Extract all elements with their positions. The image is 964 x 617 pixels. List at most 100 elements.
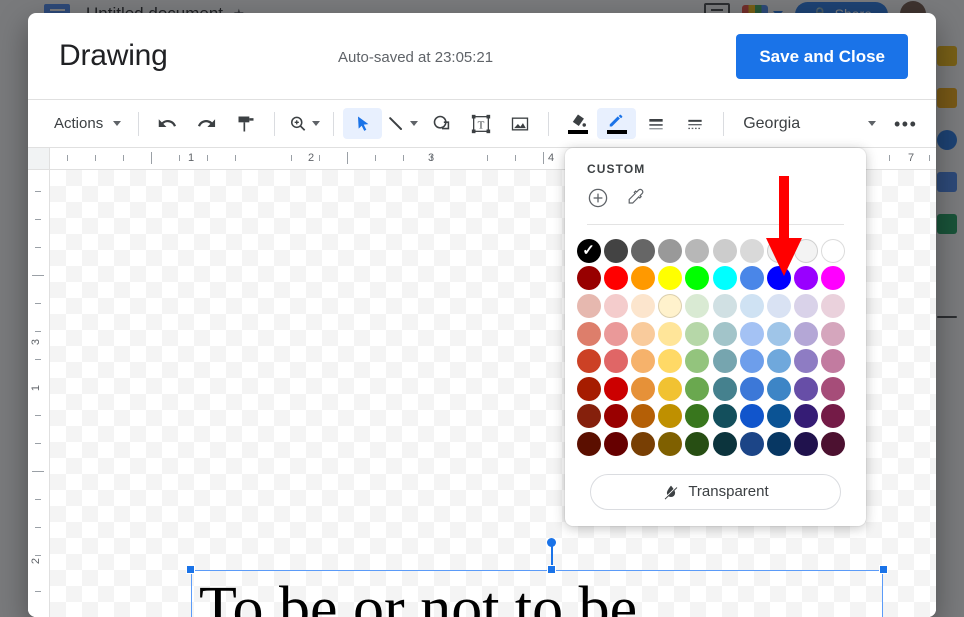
- color-swatch-134f5c[interactable]: [711, 403, 738, 431]
- color-swatch-93c47d[interactable]: [684, 347, 711, 375]
- color-swatch-674ea7[interactable]: [793, 375, 820, 403]
- color-swatch-f3f3f3[interactable]: [793, 237, 820, 265]
- eyedropper-icon[interactable]: [624, 186, 648, 210]
- color-swatch-e6b8af[interactable]: [575, 292, 602, 320]
- color-swatch-990000[interactable]: [602, 403, 629, 431]
- text-box-tool[interactable]: T: [461, 108, 500, 139]
- color-swatch-b45f06[interactable]: [629, 403, 656, 431]
- line-tool[interactable]: [382, 108, 422, 139]
- color-swatch-073763[interactable]: [765, 430, 792, 458]
- color-swatch-a2c4c9[interactable]: [711, 320, 738, 348]
- color-swatch-6fa8dc[interactable]: [765, 347, 792, 375]
- color-swatch-00ff00[interactable]: [684, 265, 711, 293]
- color-swatch-741b47[interactable]: [820, 403, 847, 431]
- color-swatch-ffffff[interactable]: [820, 237, 847, 265]
- color-swatch-980000[interactable]: [575, 265, 602, 293]
- color-swatch-b7b7b7[interactable]: [684, 237, 711, 265]
- color-swatch-d0e0e3[interactable]: [711, 292, 738, 320]
- color-swatch-351c75[interactable]: [793, 403, 820, 431]
- color-swatch-434343[interactable]: [602, 237, 629, 265]
- text-box-shape[interactable]: To be or not to be. That is the question…: [186, 538, 888, 617]
- color-swatch-000000[interactable]: ✓: [575, 237, 602, 265]
- color-swatch-9fc5e8[interactable]: [765, 320, 792, 348]
- color-swatch-666666[interactable]: [629, 237, 656, 265]
- color-swatch-00ffff[interactable]: [711, 265, 738, 293]
- color-swatch-45818e[interactable]: [711, 375, 738, 403]
- color-swatch-0c343d[interactable]: [711, 430, 738, 458]
- color-swatch-7f6000[interactable]: [657, 430, 684, 458]
- color-swatch-efefef[interactable]: [765, 237, 792, 265]
- color-swatch-1155cc[interactable]: [738, 403, 765, 431]
- border-dash-tool[interactable]: [675, 108, 714, 139]
- color-swatch-3c78d8[interactable]: [738, 375, 765, 403]
- color-swatch-f1c232[interactable]: [657, 375, 684, 403]
- color-swatch-cc4125[interactable]: [575, 347, 602, 375]
- color-swatch-b4a7d6[interactable]: [793, 320, 820, 348]
- color-swatch-1c4587[interactable]: [738, 430, 765, 458]
- color-swatch-cc0000[interactable]: [602, 375, 629, 403]
- fill-color-tool[interactable]: [558, 108, 597, 139]
- color-swatch-ffff00[interactable]: [657, 265, 684, 293]
- color-swatch-0000ff[interactable]: [765, 265, 792, 293]
- resize-handle-nw[interactable]: [186, 565, 195, 574]
- transparent-button[interactable]: Transparent: [590, 473, 841, 510]
- color-swatch-d9e2f3[interactable]: [765, 292, 792, 320]
- color-swatch-38761d[interactable]: [684, 403, 711, 431]
- color-swatch-dd7e6b[interactable]: [575, 320, 602, 348]
- shape-tool[interactable]: [422, 108, 461, 139]
- color-swatch-ffd966[interactable]: [657, 347, 684, 375]
- resize-handle-n[interactable]: [547, 565, 556, 574]
- color-swatch-c27ba0[interactable]: [820, 347, 847, 375]
- color-swatch-76a5af[interactable]: [711, 347, 738, 375]
- select-tool[interactable]: [343, 108, 383, 139]
- color-swatch-f4cccc[interactable]: [602, 292, 629, 320]
- color-swatch-ffe599[interactable]: [657, 320, 684, 348]
- color-swatch-ead1dc[interactable]: [820, 292, 847, 320]
- plus-circle-icon[interactable]: [586, 186, 610, 210]
- color-swatch-d9d2e9[interactable]: [793, 292, 820, 320]
- color-swatch-3d85c6[interactable]: [765, 375, 792, 403]
- save-and-close-button[interactable]: Save and Close: [736, 34, 908, 79]
- color-swatch-0b5394[interactable]: [765, 403, 792, 431]
- font-family-selector[interactable]: Georgia: [733, 108, 886, 139]
- zoom-button[interactable]: [284, 108, 324, 139]
- rotation-handle[interactable]: [547, 538, 556, 547]
- color-swatch-9900ff[interactable]: [793, 265, 820, 293]
- color-swatch-fff2cc[interactable]: [657, 292, 684, 320]
- color-swatch-ff00ff[interactable]: [820, 265, 847, 293]
- redo-button[interactable]: [187, 108, 226, 139]
- image-tool[interactable]: [500, 108, 539, 139]
- color-swatch-a61c00[interactable]: [575, 375, 602, 403]
- color-swatch-a64d79[interactable]: [820, 375, 847, 403]
- color-swatch-6aa84f[interactable]: [684, 375, 711, 403]
- color-swatch-d9ead3[interactable]: [684, 292, 711, 320]
- color-swatch-f6b26b[interactable]: [629, 347, 656, 375]
- color-swatch-f9cb9c[interactable]: [629, 320, 656, 348]
- color-swatch-d9d9d9[interactable]: [738, 237, 765, 265]
- color-swatch-85200c[interactable]: [575, 403, 602, 431]
- color-swatch-274e13[interactable]: [684, 430, 711, 458]
- more-options-button[interactable]: •••: [886, 108, 925, 139]
- color-swatch-783f04[interactable]: [629, 430, 656, 458]
- color-swatch-20124d[interactable]: [793, 430, 820, 458]
- resize-handle-ne[interactable]: [879, 565, 888, 574]
- color-swatch-ff9900[interactable]: [629, 265, 656, 293]
- border-color-tool[interactable]: [597, 108, 637, 139]
- color-swatch-5b0f00[interactable]: [575, 430, 602, 458]
- color-swatch-cfe2f3[interactable]: [738, 292, 765, 320]
- actions-menu[interactable]: Actions: [40, 108, 129, 139]
- color-swatch-4c1130[interactable]: [820, 430, 847, 458]
- color-swatch-cccccc[interactable]: [711, 237, 738, 265]
- color-swatch-999999[interactable]: [657, 237, 684, 265]
- color-swatch-b6d7a8[interactable]: [684, 320, 711, 348]
- color-swatch-a4c2f4[interactable]: [738, 320, 765, 348]
- color-swatch-ff0000[interactable]: [602, 265, 629, 293]
- color-swatch-4a86e8[interactable]: [738, 265, 765, 293]
- color-swatch-660000[interactable]: [602, 430, 629, 458]
- color-swatch-e69138[interactable]: [629, 375, 656, 403]
- undo-button[interactable]: [148, 108, 187, 139]
- vertical-ruler[interactable]: 1 2 3: [28, 169, 50, 617]
- border-weight-tool[interactable]: [636, 108, 675, 139]
- paint-format-button[interactable]: [226, 108, 265, 139]
- color-swatch-6d9eeb[interactable]: [738, 347, 765, 375]
